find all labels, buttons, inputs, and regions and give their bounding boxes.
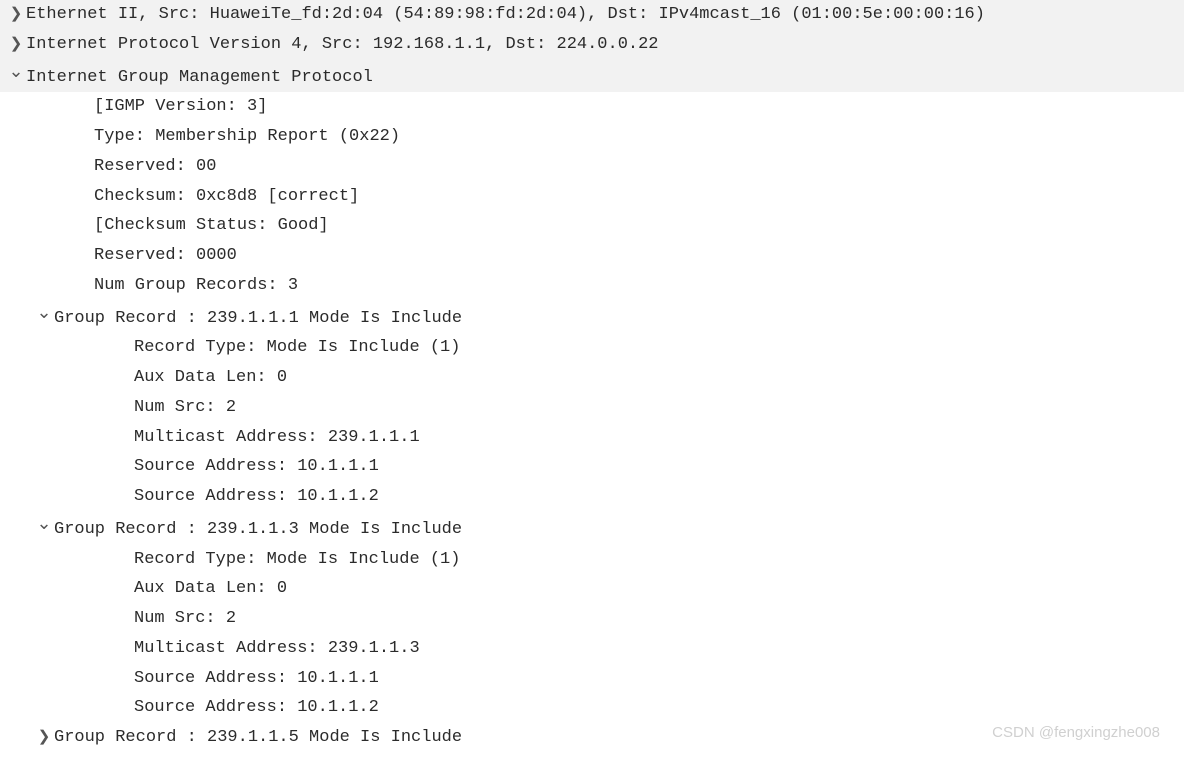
tree-row-label: Aux Data Len: 0 <box>134 579 287 598</box>
tree-row-label: Source Address: 10.1.1.2 <box>134 698 379 717</box>
tree-row[interactable]: Type: Membership Report (0x22) <box>0 122 1184 152</box>
tree-row-label: Internet Protocol Version 4, Src: 192.16… <box>26 35 659 54</box>
tree-row[interactable]: Num Src: 2 <box>0 393 1184 423</box>
tree-row-label: Internet Group Management Protocol <box>26 68 373 87</box>
chevron-down-icon[interactable] <box>6 60 26 92</box>
tree-row-label: Num Src: 2 <box>134 609 236 628</box>
tree-row-label: Record Type: Mode Is Include (1) <box>134 338 460 357</box>
tree-row-label: Source Address: 10.1.1.2 <box>134 487 379 506</box>
tree-row[interactable]: Checksum: 0xc8d8 [correct] <box>0 182 1184 212</box>
tree-row-label: Ethernet II, Src: HuaweiTe_fd:2d:04 (54:… <box>26 5 985 24</box>
tree-row[interactable]: Reserved: 00 <box>0 152 1184 182</box>
tree-row[interactable]: Aux Data Len: 0 <box>0 363 1184 393</box>
tree-row-label: Multicast Address: 239.1.1.1 <box>134 428 420 447</box>
tree-row[interactable]: Ethernet II, Src: HuaweiTe_fd:2d:04 (54:… <box>0 0 1184 30</box>
tree-row[interactable]: Group Record : 239.1.1.1 Mode Is Include <box>0 301 1184 334</box>
tree-row-label: [Checksum Status: Good] <box>94 216 329 235</box>
tree-row-label: Reserved: 00 <box>94 157 216 176</box>
tree-row-label: Type: Membership Report (0x22) <box>94 127 400 146</box>
tree-row[interactable]: Aux Data Len: 0 <box>0 574 1184 604</box>
arrow-spacer <box>114 394 134 420</box>
tree-row-label: Source Address: 10.1.1.1 <box>134 669 379 688</box>
chevron-right-icon[interactable] <box>6 1 26 27</box>
tree-row-label: Reserved: 0000 <box>94 246 237 265</box>
tree-row-label: Multicast Address: 239.1.1.3 <box>134 639 420 658</box>
chevron-down-icon[interactable] <box>34 301 54 333</box>
arrow-spacer <box>74 242 94 268</box>
packet-details-tree: Ethernet II, Src: HuaweiTe_fd:2d:04 (54:… <box>0 0 1184 753</box>
arrow-spacer <box>114 424 134 450</box>
tree-row-label: Checksum: 0xc8d8 [correct] <box>94 187 359 206</box>
tree-row[interactable]: Reserved: 0000 <box>0 241 1184 271</box>
tree-row[interactable]: Source Address: 10.1.1.2 <box>0 482 1184 512</box>
arrow-spacer <box>74 93 94 119</box>
arrow-spacer <box>114 364 134 390</box>
chevron-right-icon[interactable] <box>34 724 54 750</box>
arrow-spacer <box>114 453 134 479</box>
tree-row[interactable]: Record Type: Mode Is Include (1) <box>0 333 1184 363</box>
arrow-spacer <box>74 123 94 149</box>
arrow-spacer <box>114 605 134 631</box>
tree-row-label: [IGMP Version: 3] <box>94 97 267 116</box>
tree-row-label: Aux Data Len: 0 <box>134 368 287 387</box>
tree-row[interactable]: [IGMP Version: 3] <box>0 92 1184 122</box>
chevron-down-icon[interactable] <box>34 512 54 544</box>
tree-row[interactable]: Source Address: 10.1.1.1 <box>0 452 1184 482</box>
arrow-spacer <box>114 665 134 691</box>
arrow-spacer <box>74 212 94 238</box>
tree-row-label: Group Record : 239.1.1.5 Mode Is Include <box>54 728 462 747</box>
tree-row[interactable]: [Checksum Status: Good] <box>0 211 1184 241</box>
arrow-spacer <box>114 575 134 601</box>
tree-row[interactable]: Source Address: 10.1.1.2 <box>0 693 1184 723</box>
tree-row[interactable]: Record Type: Mode Is Include (1) <box>0 545 1184 575</box>
arrow-spacer <box>74 183 94 209</box>
tree-row[interactable]: Multicast Address: 239.1.1.1 <box>0 423 1184 453</box>
tree-row-label: Group Record : 239.1.1.3 Mode Is Include <box>54 520 462 539</box>
tree-row-label: Source Address: 10.1.1.1 <box>134 457 379 476</box>
tree-row[interactable]: Internet Protocol Version 4, Src: 192.16… <box>0 30 1184 60</box>
tree-row-label: Num Src: 2 <box>134 398 236 417</box>
chevron-right-icon[interactable] <box>6 31 26 57</box>
tree-row[interactable]: Group Record : 239.1.1.5 Mode Is Include <box>0 723 1184 753</box>
tree-row[interactable]: Source Address: 10.1.1.1 <box>0 664 1184 694</box>
tree-row[interactable]: Num Src: 2 <box>0 604 1184 634</box>
tree-row-label: Group Record : 239.1.1.1 Mode Is Include <box>54 309 462 328</box>
arrow-spacer <box>114 694 134 720</box>
arrow-spacer <box>114 635 134 661</box>
tree-row-label: Num Group Records: 3 <box>94 276 298 295</box>
tree-row[interactable]: Num Group Records: 3 <box>0 271 1184 301</box>
arrow-spacer <box>74 272 94 298</box>
arrow-spacer <box>114 334 134 360</box>
arrow-spacer <box>114 546 134 572</box>
arrow-spacer <box>74 153 94 179</box>
tree-row[interactable]: Group Record : 239.1.1.3 Mode Is Include <box>0 512 1184 545</box>
arrow-spacer <box>114 483 134 509</box>
tree-row-label: Record Type: Mode Is Include (1) <box>134 550 460 569</box>
tree-row[interactable]: Multicast Address: 239.1.1.3 <box>0 634 1184 664</box>
tree-row[interactable]: Internet Group Management Protocol <box>0 60 1184 93</box>
